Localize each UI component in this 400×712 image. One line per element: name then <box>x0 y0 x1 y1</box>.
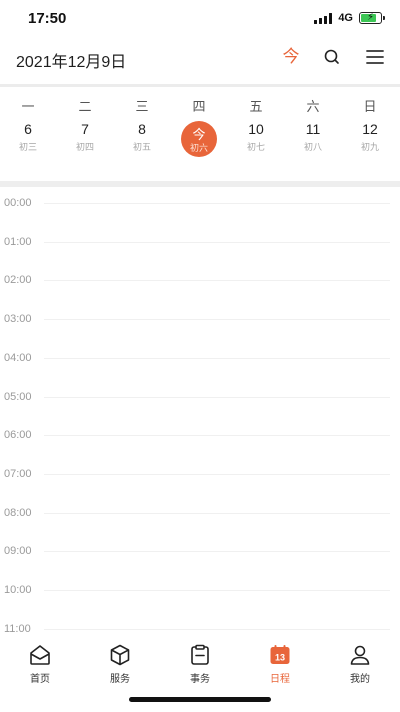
hour-row[interactable]: 06:00 <box>0 419 400 458</box>
status-time: 17:50 <box>28 10 67 27</box>
day-cell[interactable]: 一 6 初三 <box>0 87 56 183</box>
hour-label: 03:00 <box>4 313 32 326</box>
menu-icon[interactable] <box>364 46 386 68</box>
battery-icon: ⚡ <box>359 12 385 24</box>
hour-gridline <box>44 435 390 437</box>
hour-row[interactable]: 03:00 <box>0 303 400 342</box>
signal-icon <box>314 12 333 24</box>
tab-label: 我的 <box>350 674 370 685</box>
weekday-label: 二 <box>78 99 92 114</box>
weekday-label: 一 <box>21 99 35 114</box>
hour-gridline <box>44 590 390 591</box>
hour-label: 00:00 <box>4 197 32 209</box>
day-cell-selected[interactable]: 四今初六 <box>171 87 227 183</box>
hour-row[interactable]: 02:00 <box>0 264 400 303</box>
lunar-date: 初四 <box>75 142 94 152</box>
hour-gridline <box>44 396 390 398</box>
day-number: 10 <box>248 121 264 137</box>
hour-gridline <box>44 203 390 204</box>
hour-row[interactable]: 04:00 <box>0 342 400 381</box>
hour-gridline <box>44 512 390 514</box>
lunar-date: 初八 <box>303 142 322 152</box>
day-cell[interactable]: 日 12 初九 <box>342 87 398 183</box>
hour-gridline <box>44 628 390 630</box>
hour-gridline <box>44 280 390 282</box>
tab-cube[interactable]: 服务 <box>90 643 150 685</box>
hour-row[interactable]: 09:00 <box>0 535 400 574</box>
hour-gridline <box>44 551 390 553</box>
hour-label: 10:00 <box>4 584 32 596</box>
hour-label: 06:00 <box>4 429 32 442</box>
user-icon <box>348 643 372 667</box>
day-cell[interactable]: 六 11 初八 <box>285 87 341 183</box>
today-button[interactable]: 今 <box>280 46 302 68</box>
cube-icon <box>108 643 132 667</box>
day-number: 7 <box>81 121 89 137</box>
weekday-label: 日 <box>363 99 377 114</box>
hour-gridline <box>44 473 390 475</box>
hour-gridline <box>44 241 390 243</box>
weekday-label: 三 <box>135 99 149 114</box>
tab-home[interactable]: 首页 <box>10 643 70 685</box>
day-cell[interactable]: 二 7 初四 <box>57 87 113 183</box>
tab-clipboard[interactable]: 事务 <box>170 643 230 685</box>
day-number: 8 <box>138 121 146 137</box>
day-number: 6 <box>24 121 32 137</box>
day-cell[interactable]: 五 10 初七 <box>228 87 284 183</box>
tab-bar: 首页 服务 事务 13 日程 我的 <box>0 637 400 687</box>
hour-gridline <box>44 319 390 321</box>
search-icon[interactable] <box>321 46 343 68</box>
day-timeline[interactable]: 00:00 01:00 02:00 03:00 04:00 05:00 06:00 07:00… <box>0 187 400 637</box>
network-type: 4G <box>338 12 353 24</box>
lunar-date: 初五 <box>132 142 151 152</box>
hour-label: 05:00 <box>4 390 32 403</box>
day-cell[interactable]: 三 8 初五 <box>114 87 170 183</box>
weekday-label: 四 <box>192 99 206 114</box>
home-icon <box>28 643 52 667</box>
page-title: 2021年12月9日 <box>16 54 127 71</box>
svg-text:13: 13 <box>275 653 285 663</box>
hour-label: 04:00 <box>4 351 32 364</box>
hour-label: 11:00 <box>4 622 31 635</box>
hour-row[interactable]: 08:00 <box>0 497 400 536</box>
day-number: 12 <box>362 121 378 137</box>
status-indicators: 4G ⚡ <box>314 12 385 24</box>
lunar-date: 初七 <box>246 142 265 152</box>
hour-row[interactable]: 00:00 <box>0 187 400 226</box>
status-bar: 17:50 4G ⚡ <box>0 0 400 36</box>
lunar-date: 初九 <box>360 142 379 152</box>
tab-label: 服务 <box>110 674 130 685</box>
tab-label: 事务 <box>190 674 210 685</box>
hour-label: 08:00 <box>4 506 32 519</box>
hour-row[interactable]: 01:00 <box>0 226 400 265</box>
day-number: 11 <box>305 121 321 137</box>
hour-row[interactable]: 10:00 <box>0 574 400 613</box>
tab-label: 首页 <box>30 674 50 685</box>
hour-label: 02:00 <box>4 274 32 287</box>
tab-label: 日程 <box>270 674 290 685</box>
hour-row[interactable]: 05:00 <box>0 381 400 420</box>
week-strip: 一 6 初三 二 7 初四 三 8 初五 四今初六 五 10 初七 六 11 初八 日 12 初九 <box>0 87 400 183</box>
hour-label: 09:00 <box>4 545 32 558</box>
hour-row[interactable]: 07:00 <box>0 458 400 497</box>
weekday-label: 六 <box>306 99 320 114</box>
clipboard-icon <box>188 643 212 667</box>
hour-row[interactable]: 11:00 <box>0 613 400 637</box>
lunar-date: 初三 <box>18 142 37 152</box>
calendar-icon: 13 <box>268 643 292 667</box>
hour-gridline <box>44 357 390 359</box>
lunar-date: 初六 <box>189 143 208 153</box>
tab-calendar[interactable]: 13 日程 <box>250 643 310 685</box>
weekday-label: 五 <box>249 99 263 114</box>
header: 2021年12月9日 今 <box>0 38 400 84</box>
hour-label: 07:00 <box>4 467 32 480</box>
tab-user[interactable]: 我的 <box>330 643 390 685</box>
home-indicator <box>129 697 271 702</box>
hour-label: 01:00 <box>4 235 32 248</box>
